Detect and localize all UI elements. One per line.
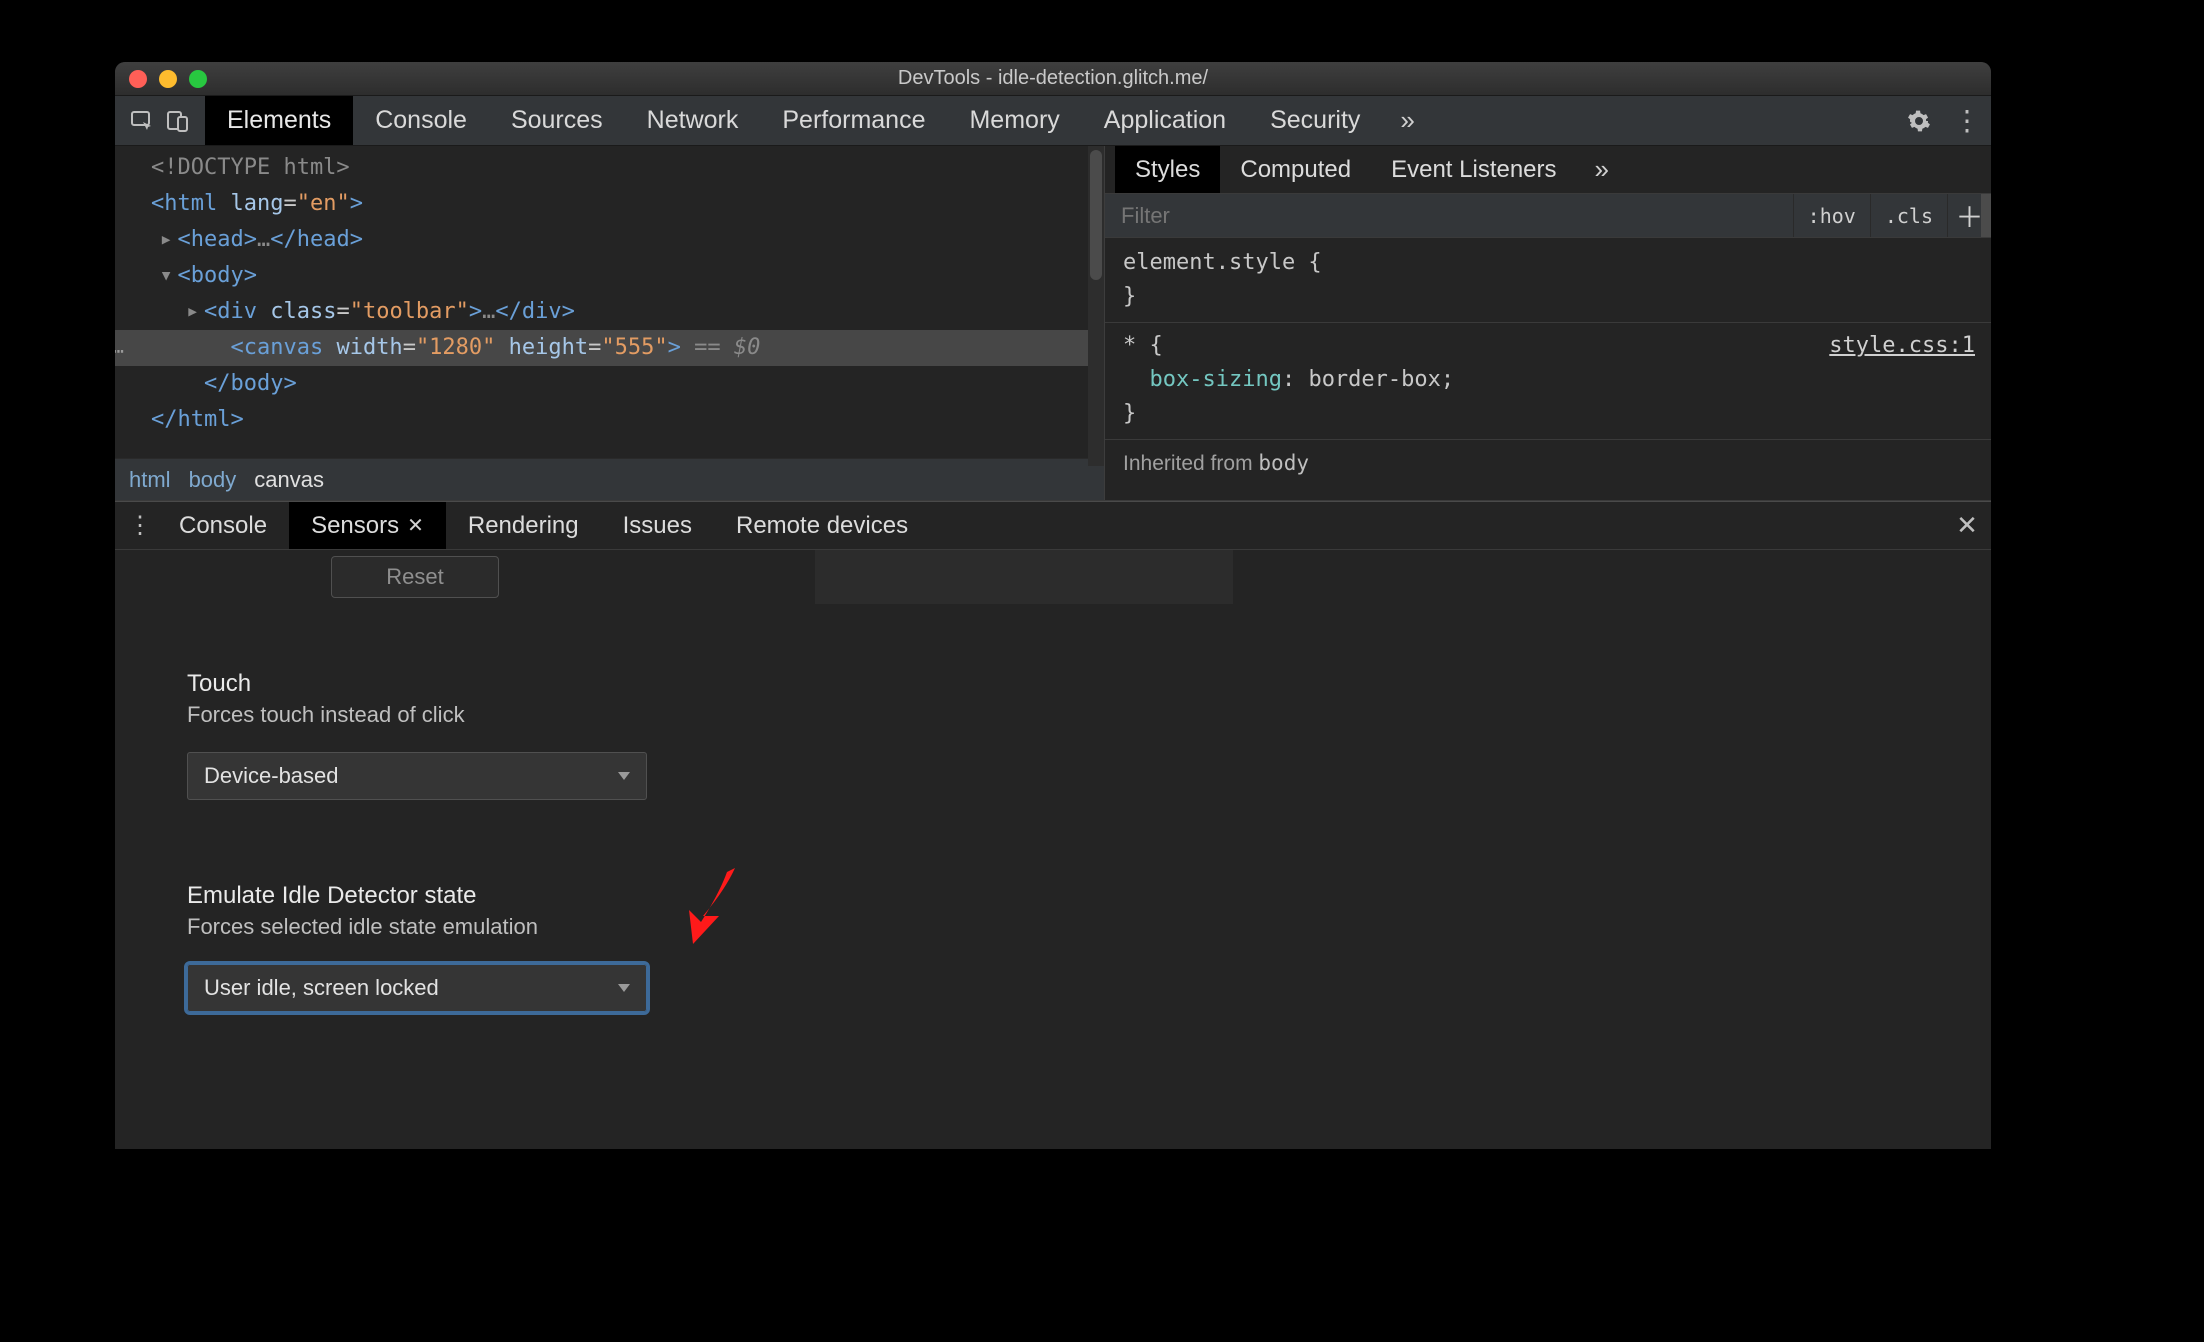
dom-tree[interactable]: <!DOCTYPE html> <html lang="en"> ▸<head>…	[115, 146, 1104, 458]
tab-performance[interactable]: Performance	[760, 96, 947, 145]
dom-node[interactable]: ▾<body>	[133, 258, 1104, 294]
drawer: ⋮ Console Sensors ✕ Rendering Issues Remote d…	[115, 502, 1991, 1149]
tab-security[interactable]: Security	[1248, 96, 1382, 145]
breadcrumb-item[interactable]: canvas	[254, 467, 324, 493]
dom-node[interactable]: <html lang="en">	[133, 186, 1104, 222]
drawer-tab-label: Console	[179, 512, 267, 540]
settings-gear-icon[interactable]	[1895, 96, 1943, 145]
tab-network[interactable]: Network	[625, 96, 761, 145]
touch-select-value: Device-based	[204, 763, 339, 789]
chevron-down-icon	[618, 772, 630, 780]
touch-select[interactable]: Device-based	[187, 752, 647, 800]
sensors-drawer-body: Reset Touch Forces touch instead of clic…	[115, 550, 1991, 1149]
annotation-arrow-icon	[675, 860, 745, 950]
rule-value[interactable]: : border-box;	[1282, 367, 1454, 392]
idle-detector-setting: Emulate Idle Detector state Forces selec…	[187, 882, 647, 1012]
dom-node[interactable]: </body>	[133, 366, 1104, 402]
devtools-window: DevTools - idle-detection.glitch.me/ Ele…	[115, 62, 1991, 1149]
styles-overflow-icon[interactable]: »	[1577, 146, 1627, 193]
drawer-tab-console[interactable]: Console	[157, 502, 289, 549]
rule-source-link[interactable]: style.css:1	[1829, 329, 1975, 363]
drawer-close-button[interactable]: ✕	[1943, 502, 1991, 549]
tab-elements[interactable]: Elements	[205, 96, 353, 145]
toolbar-overflow-icon[interactable]: »	[1382, 96, 1432, 145]
reset-button[interactable]: Reset	[331, 556, 499, 598]
styles-tabs: StylesComputedEvent Listeners»	[1105, 146, 1991, 194]
tab-application[interactable]: Application	[1082, 96, 1248, 145]
new-style-rule-button[interactable]: ＋	[1947, 194, 1991, 237]
inherited-from-label: Inherited from body	[1123, 446, 1975, 481]
drawer-tab-label: Rendering	[468, 512, 579, 540]
rule-selector: element.style {	[1123, 250, 1322, 275]
styles-panel: StylesComputedEvent Listeners» :hov .cls…	[1105, 146, 1991, 500]
styles-filter-input[interactable]	[1105, 194, 1793, 237]
dom-scrollbar[interactable]	[1088, 146, 1104, 466]
styles-tab-computed[interactable]: Computed	[1220, 146, 1371, 193]
window-close-button[interactable]	[129, 70, 147, 88]
drawer-tab-remote-devices[interactable]: Remote devices	[714, 502, 930, 549]
elements-panel: <!DOCTYPE html> <html lang="en"> ▸<head>…	[115, 146, 1105, 500]
rule-property[interactable]: box-sizing	[1150, 367, 1282, 392]
dom-node[interactable]: </html>	[133, 402, 1104, 438]
titlebar: DevTools - idle-detection.glitch.me/	[115, 62, 1991, 96]
window-zoom-button[interactable]	[189, 70, 207, 88]
dom-node[interactable]: ▸<div class="toolbar">…</div>	[133, 294, 1104, 330]
rule-close: }	[1123, 284, 1136, 309]
drawer-tab-label: Issues	[623, 512, 692, 540]
inspect-element-icon[interactable]	[129, 108, 155, 134]
tab-sources[interactable]: Sources	[489, 96, 625, 145]
traffic-lights	[115, 70, 207, 88]
styles-filter-row: :hov .cls ＋	[1105, 194, 1991, 238]
tab-memory[interactable]: Memory	[947, 96, 1081, 145]
breadcrumb-item[interactable]: body	[189, 467, 237, 493]
cls-toggle[interactable]: .cls	[1870, 194, 1947, 237]
drawer-tab-sensors[interactable]: Sensors ✕	[289, 502, 446, 549]
styles-rules[interactable]: element.style { } * { style.css:1 box-si…	[1105, 238, 1991, 500]
hov-toggle[interactable]: :hov	[1793, 194, 1870, 237]
star-rule: * { style.css:1 box-sizing: border-box; …	[1123, 329, 1975, 431]
dom-node[interactable]: ▸<head>…</head>	[133, 222, 1104, 258]
dom-node[interactable]: <!DOCTYPE html>	[133, 150, 1104, 186]
touch-subtitle: Forces touch instead of click	[187, 702, 647, 728]
idle-state-select[interactable]: User idle, screen locked	[187, 964, 647, 1012]
styles-tab-event-listeners[interactable]: Event Listeners	[1371, 146, 1576, 193]
drawer-menu-icon[interactable]: ⋮	[123, 502, 157, 549]
main-toolbar: ElementsConsoleSourcesNetworkPerformance…	[115, 96, 1991, 146]
tab-console[interactable]: Console	[353, 96, 489, 145]
breadcrumb-item[interactable]: html	[129, 467, 171, 493]
close-icon[interactable]: ✕	[407, 513, 424, 538]
window-title: DevTools - idle-detection.glitch.me/	[115, 67, 1991, 90]
chevron-down-icon	[618, 984, 630, 992]
element-style-rule: element.style { }	[1123, 246, 1975, 314]
device-toggle-icon[interactable]	[165, 108, 191, 134]
disabled-field-placeholder	[815, 550, 1233, 604]
drawer-tab-rendering[interactable]: Rendering	[446, 502, 601, 549]
rule-selector: * {	[1123, 333, 1163, 358]
idle-subtitle: Forces selected idle state emulation	[187, 914, 647, 940]
idle-select-value: User idle, screen locked	[204, 975, 439, 1001]
toolbar-menu-icon[interactable]: ⋮	[1943, 96, 1991, 145]
styles-scrollbar-sliver	[1981, 194, 1991, 237]
touch-title: Touch	[187, 670, 647, 698]
drawer-tab-label: Remote devices	[736, 512, 908, 540]
drawer-tabs: ⋮ Console Sensors ✕ Rendering Issues Remote d…	[115, 502, 1991, 550]
breadcrumb: html body canvas	[115, 458, 1104, 500]
dom-node[interactable]: <canvas width="1280" height="555"> == $0	[115, 330, 1104, 366]
rule-close: }	[1123, 401, 1136, 426]
styles-tab-styles[interactable]: Styles	[1115, 146, 1220, 193]
window-minimize-button[interactable]	[159, 70, 177, 88]
drawer-tab-issues[interactable]: Issues	[601, 502, 714, 549]
touch-setting: Touch Forces touch instead of click Devi…	[187, 670, 647, 800]
idle-title: Emulate Idle Detector state	[187, 882, 647, 910]
main-split: <!DOCTYPE html> <html lang="en"> ▸<head>…	[115, 146, 1991, 501]
drawer-tab-label: Sensors	[311, 512, 399, 540]
